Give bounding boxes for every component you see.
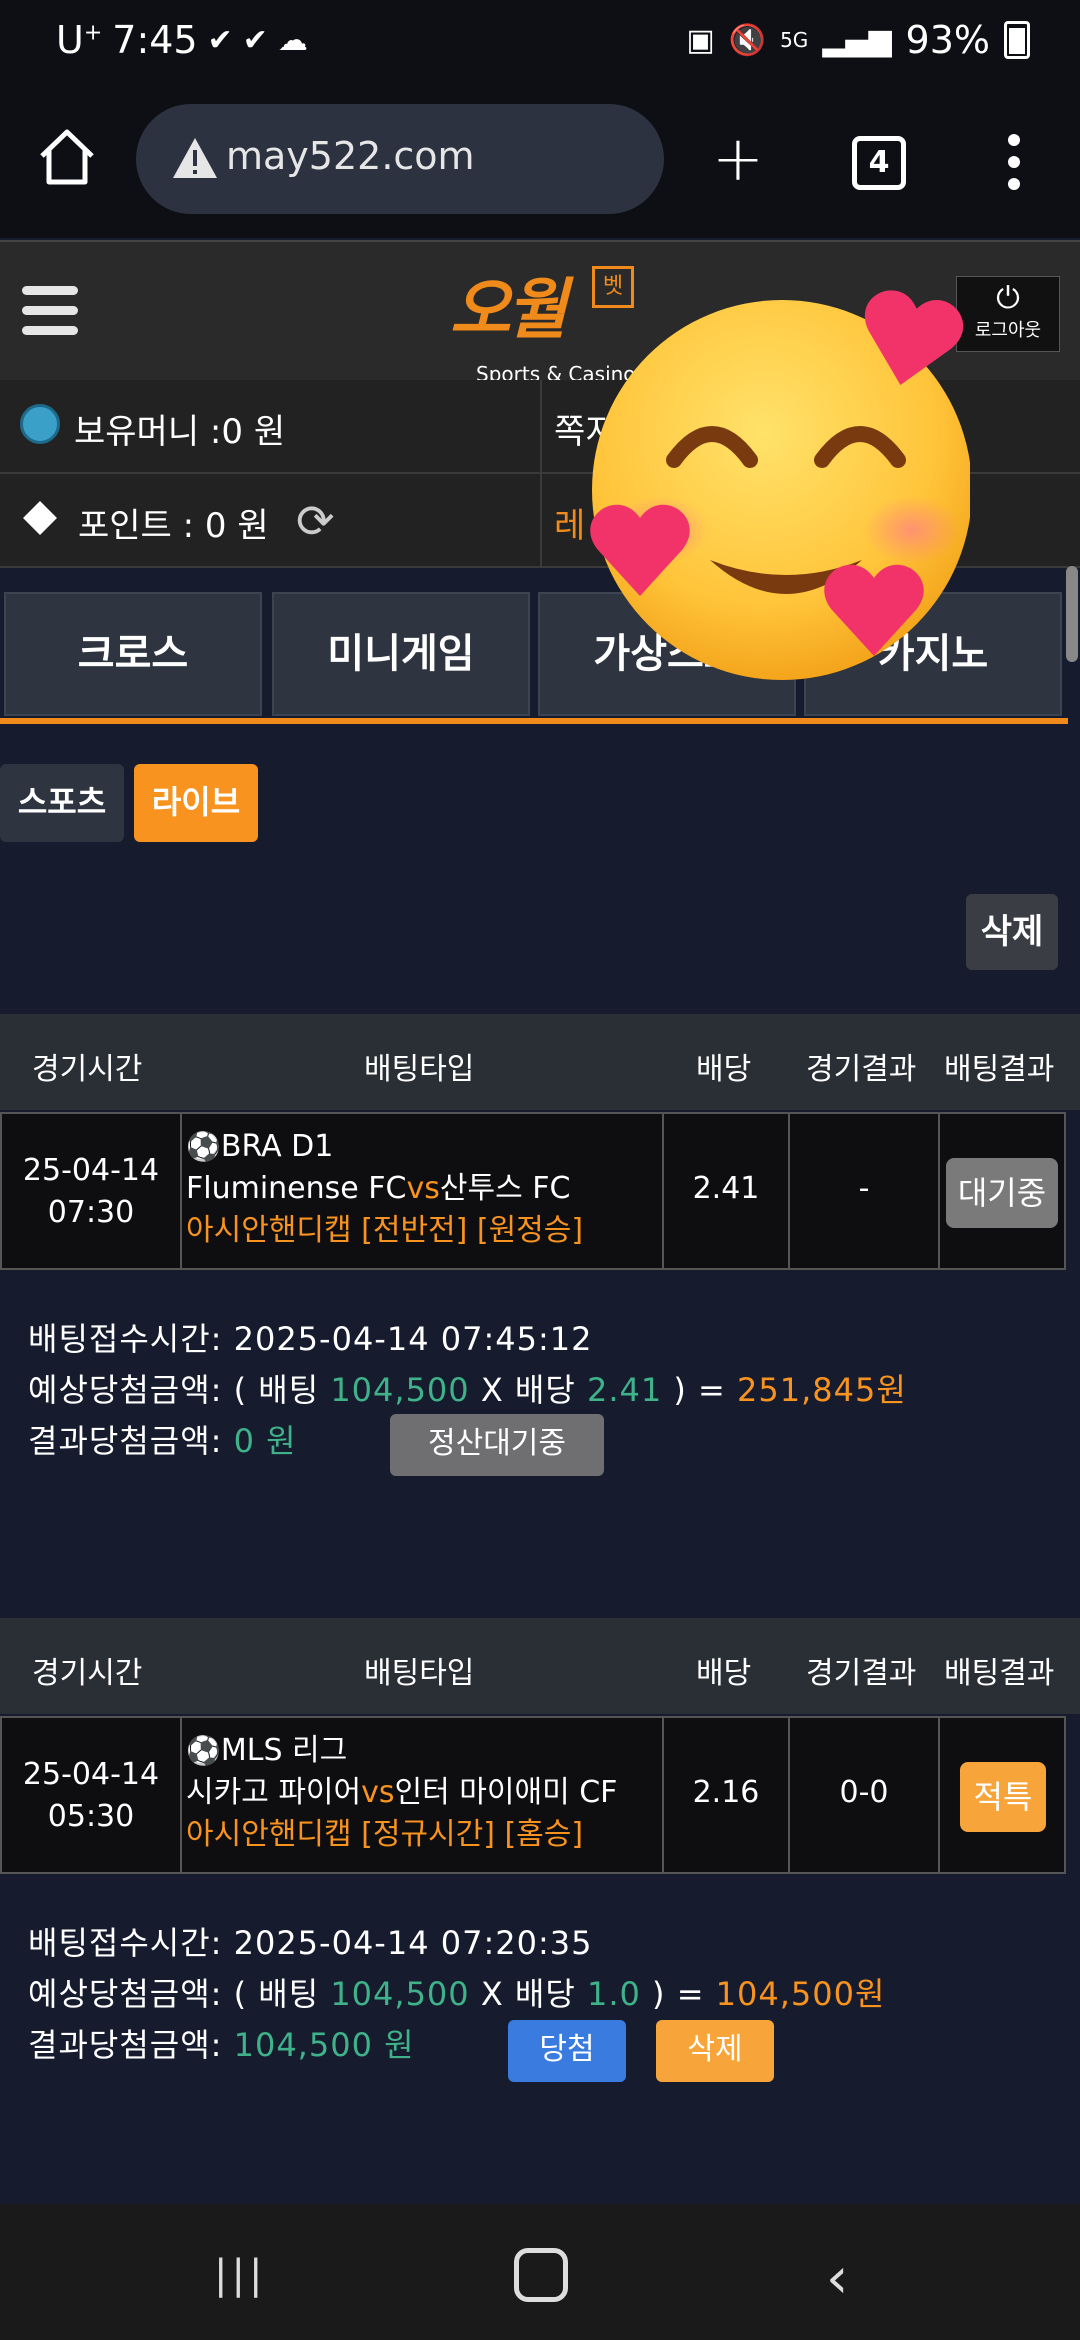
odds-cell: 2.16 (664, 1718, 790, 1872)
home-team: Fluminense FC (186, 1171, 407, 1206)
odds-cell: 2.41 (664, 1114, 790, 1268)
logout-label: 로그아웃 (974, 320, 1042, 341)
scrollbar[interactable] (1066, 566, 1078, 662)
expected-line: 예상당첨금액: ( 배팅 104,500 X 배당 2.41 ) = 251,8… (28, 1371, 907, 1409)
table-row: 25-04-14 05:30 ⚽MLS 리그 시카고 파이어vs인터 마이애미 … (0, 1716, 1066, 1874)
match-time-cell: 25-04-14 07:30 (2, 1114, 182, 1268)
accept-time-line: 배팅접수시간: 2025-04-14 07:45:12 (28, 1320, 593, 1358)
nfc-icon: ▣ (686, 22, 715, 58)
league-name: MLS 리그 (220, 1733, 348, 1768)
point-label: 포인트 : 0 원 (78, 506, 269, 546)
warning-icon[interactable] (170, 134, 220, 184)
status-right: ▣ 🔇 5G ▂▄▆ 93% (686, 18, 1030, 62)
power-icon: ⏻ (996, 281, 1020, 316)
match-time: 07:30 (47, 1195, 135, 1230)
signal-icon: ▂▄▆ (822, 22, 892, 58)
market-label: 아시안핸디캡 [정규시간] [홈승] (186, 1817, 584, 1852)
cloud-icon: ☁ (277, 22, 308, 58)
bet-result-cell: 대기중 (940, 1114, 1066, 1268)
header-odds: 배당 (696, 1656, 752, 1691)
away-team: 산투스 FC (439, 1171, 571, 1206)
game-result-cell: 0-0 (790, 1718, 940, 1872)
bet-type-cell: ⚽MLS 리그 시카고 파이어vs인터 마이애미 CF 아시안핸디캡 [정규시간… (182, 1718, 664, 1872)
tab-live[interactable]: 라이브 (134, 764, 258, 842)
match-date: 25-04-14 (22, 1757, 160, 1792)
status-badge: 대기중 (946, 1158, 1058, 1228)
check-icon: ✔ (242, 22, 268, 58)
menu-icon[interactable] (22, 286, 78, 346)
table-row: 25-04-14 07:30 ⚽BRA D1 Fluminense FCvs산투… (0, 1112, 1066, 1270)
bet-result-cell: 적특 (940, 1718, 1066, 1872)
tab-minigame[interactable]: 미니게임 (272, 592, 530, 716)
level-link[interactable]: 레 (554, 498, 585, 547)
table-header: 경기시간 배팅타입 배당 경기결과 배팅결과 (0, 1618, 1080, 1714)
refresh-icon[interactable]: ⟳ (296, 494, 335, 548)
header-odds: 배당 (696, 1052, 752, 1087)
soccer-ball-icon (20, 404, 60, 444)
delete-all-button[interactable]: 삭제 (966, 894, 1058, 970)
home-icon[interactable] (36, 126, 98, 188)
header-bet-type: 배팅타입 (364, 1656, 475, 1691)
header-game-result: 경기결과 (806, 1052, 917, 1087)
carrier-label: U+ (56, 18, 103, 62)
vs-label: vs (406, 1171, 440, 1206)
tab-switcher-button[interactable]: 4 (852, 136, 906, 190)
expected-line: 예상당첨금액: ( 배팅 104,500 X 배당 1.0 ) = 104,50… (28, 1975, 886, 2013)
money-text: 보유머니 :0 원 (74, 412, 286, 452)
url-text[interactable]: may522.com (226, 134, 475, 178)
address-bar[interactable]: may522.com (136, 104, 664, 214)
more-menu-icon[interactable] (1008, 134, 1020, 200)
browser-toolbar: may522.com + 4 (0, 88, 1080, 238)
header-bet-result: 배팅결과 (944, 1052, 1055, 1087)
league-name: BRA D1 (220, 1129, 334, 1164)
away-team: 인터 마이애미 CF (394, 1775, 618, 1810)
header-time: 경기시간 (32, 1656, 143, 1691)
system-nav-bar: ||| ‹ (0, 2204, 1080, 2340)
match-time-cell: 25-04-14 05:30 (2, 1718, 182, 1872)
tab-underline (0, 718, 1068, 724)
delete-button[interactable]: 삭제 (656, 2020, 774, 2082)
bet-type-cell: ⚽BRA D1 Fluminense FCvs산투스 FC 아시안핸디캡 [전반… (182, 1114, 664, 1268)
logo-mark: 오월 (450, 271, 567, 348)
header-bet-type: 배팅타입 (364, 1052, 475, 1087)
back-icon[interactable]: ‹ (826, 2246, 848, 2311)
accept-time-line: 배팅접수시간: 2025-04-14 07:20:35 (28, 1924, 593, 1962)
game-result-cell: - (790, 1114, 940, 1268)
mute-icon: 🔇 (728, 22, 767, 58)
battery-percent: 93% (905, 18, 990, 62)
header-game-result: 경기결과 (806, 1656, 917, 1691)
match-date: 25-04-14 (22, 1153, 160, 1188)
smiling-face-with-hearts-icon (590, 290, 970, 680)
diamond-icon (23, 501, 57, 535)
match-time: 05:30 (47, 1799, 135, 1834)
recents-icon[interactable]: ||| (214, 2252, 266, 2298)
money-cell: 보유머니 :0 원 (0, 380, 542, 472)
market-label: 아시안핸디캡 [전반전] [원정승] (186, 1213, 584, 1248)
header-bet-result: 배팅결과 (944, 1656, 1055, 1691)
check-icon: ✔ (207, 22, 233, 58)
vs-label: vs (361, 1775, 395, 1810)
soccer-icon: ⚽ (186, 1734, 221, 1767)
home-team: 시카고 파이어 (186, 1775, 362, 1810)
soccer-icon: ⚽ (186, 1130, 221, 1163)
battery-icon (1004, 21, 1030, 59)
status-left: U+ 7:45 ✔ ✔ ☁ (56, 18, 308, 62)
settlement-pending-button[interactable]: 정산대기중 (390, 1414, 604, 1476)
clock: 7:45 (112, 18, 198, 62)
tab-cross[interactable]: 크로스 (4, 592, 262, 716)
header-time: 경기시간 (32, 1052, 143, 1087)
status-bar: U+ 7:45 ✔ ✔ ☁ ▣ 🔇 5G ▂▄▆ 93% (0, 0, 1080, 88)
point-cell: 포인트 : 0 원 ⟳ (0, 474, 542, 566)
table-header: 경기시간 배팅타입 배당 경기결과 배팅결과 (0, 1014, 1080, 1110)
tab-sports[interactable]: 스포츠 (0, 764, 124, 842)
5g-icon: 5G (780, 28, 809, 52)
new-tab-icon[interactable]: + (712, 128, 764, 190)
home-nav-icon[interactable] (514, 2248, 568, 2302)
logout-button[interactable]: ⏻ 로그아웃 (956, 276, 1060, 352)
status-badge: 적특 (960, 1762, 1046, 1832)
win-button[interactable]: 당첨 (508, 2020, 626, 2082)
